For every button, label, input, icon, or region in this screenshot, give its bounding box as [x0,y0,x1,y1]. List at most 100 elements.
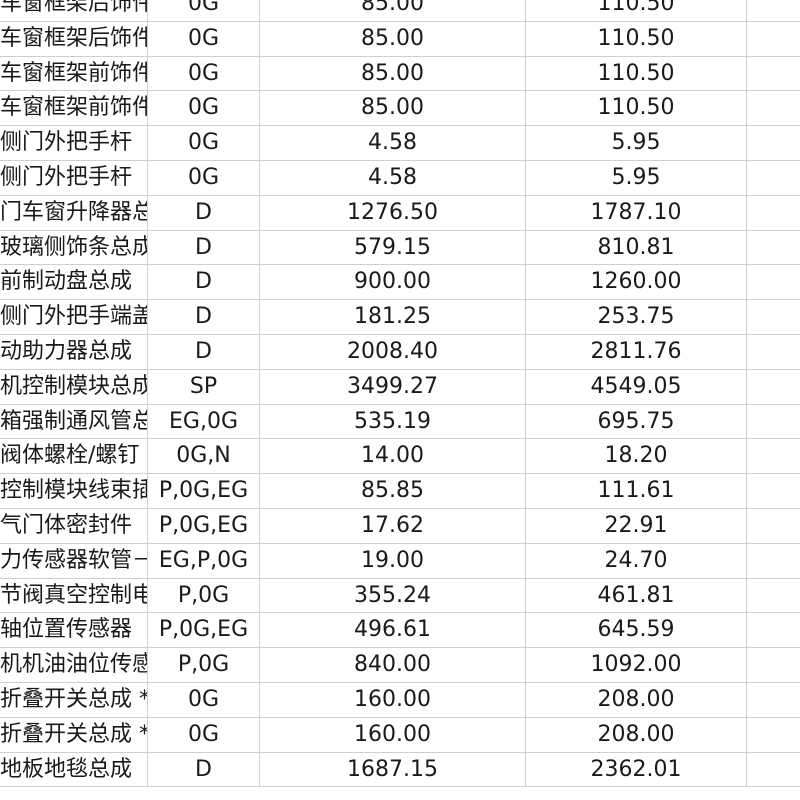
part-name-cell[interactable]: 折叠开关总成 * [0,717,148,752]
part-name-cell[interactable]: 动助力器总成 [0,334,148,369]
price-cell[interactable]: 1 [747,753,800,787]
price-cell[interactable] [747,544,800,578]
price-cell[interactable]: 8 [747,265,800,299]
type-code-cell[interactable]: D [148,195,260,230]
price-cell[interactable] [747,161,800,195]
part-name-cell[interactable]: 车窗框架前饰件 [0,91,148,126]
part-name-cell[interactable]: 车窗框架前饰件 [0,56,148,91]
price-cell[interactable] [747,22,800,56]
price-cell[interactable]: 1 [747,335,800,369]
type-code-cell[interactable]: P,0G [148,578,260,613]
price-cell[interactable]: 535.19 [260,404,526,439]
part-name-cell[interactable]: 侧门外把手端盖 [0,300,148,334]
price-cell[interactable]: 17.62 [260,508,526,543]
price-cell[interactable]: 3 [747,579,800,613]
price-cell[interactable]: 2811.76 [526,334,747,369]
price-cell[interactable] [747,0,800,21]
part-name-cell[interactable]: 力传感器软管－ [0,543,148,578]
type-code-cell[interactable]: 0G,N [148,439,260,474]
price-cell[interactable]: 355.24 [260,578,526,613]
type-code-cell[interactable]: D [148,300,260,334]
type-code-cell[interactable]: D [148,752,260,787]
price-cell[interactable]: 110.50 [526,91,747,126]
price-cell[interactable]: 1092.00 [526,648,747,682]
type-code-cell[interactable]: D [148,230,260,265]
price-cell[interactable]: 1 [747,300,800,334]
type-code-cell[interactable]: 0G [148,21,260,56]
price-cell[interactable]: 1787.10 [526,195,747,230]
part-name-cell[interactable]: 气门体密封件 [0,508,148,543]
type-code-cell[interactable]: D [148,334,260,369]
price-cell[interactable]: 4.58 [260,160,526,195]
part-name-cell[interactable]: 车窗框架后饰件 [0,0,148,21]
type-code-cell[interactable]: EG,P,0G [148,543,260,578]
type-code-cell[interactable]: 0G [148,91,260,126]
price-cell[interactable]: 5.95 [526,160,747,195]
price-cell[interactable]: 85.00 [260,21,526,56]
price-cell[interactable]: 695.75 [526,404,747,439]
price-cell[interactable]: 110.50 [526,21,747,56]
price-cell[interactable]: 4 [747,613,800,647]
price-cell[interactable]: 181.25 [260,300,526,334]
price-cell[interactable]: 110.50 [526,0,747,21]
price-cell[interactable] [747,509,800,543]
part-name-cell[interactable]: 前制动盘总成 [0,265,148,300]
price-cell[interactable] [747,474,800,508]
price-cell[interactable]: 3 [747,370,800,404]
price-cell[interactable]: 4.58 [260,126,526,160]
price-cell[interactable]: 496.61 [260,613,526,648]
part-name-cell[interactable]: 车窗框架后饰件 [0,21,148,56]
type-code-cell[interactable]: P,0G [148,648,260,682]
type-code-cell[interactable]: P,0G,EG [148,613,260,648]
price-cell[interactable]: 85.85 [260,474,526,508]
price-cell[interactable]: 5.95 [526,126,747,160]
price-cell[interactable]: 208.00 [526,717,747,752]
type-code-cell[interactable]: 0G [148,126,260,160]
price-cell[interactable]: 4549.05 [526,369,747,404]
price-cell[interactable]: 85.00 [260,0,526,21]
price-cell[interactable]: 253.75 [526,300,747,334]
type-code-cell[interactable]: P,0G,EG [148,474,260,508]
part-name-cell[interactable]: 折叠开关总成 * [0,682,148,717]
type-code-cell[interactable]: SP [148,369,260,404]
price-cell[interactable]: 1276.50 [260,195,526,230]
price-cell[interactable]: 579.15 [260,230,526,265]
type-code-cell[interactable]: EG,0G [148,404,260,439]
price-cell[interactable]: 1 [747,683,800,717]
price-cell[interactable]: 1 [747,196,800,230]
price-cell[interactable] [747,57,800,91]
price-cell[interactable]: 5 [747,231,800,265]
part-name-cell[interactable]: 侧门外把手杆 [0,126,148,160]
price-cell[interactable]: 85.00 [260,56,526,91]
part-name-cell[interactable]: 侧门外把手杆 [0,160,148,195]
type-code-cell[interactable]: 0G [148,0,260,21]
type-code-cell[interactable]: 0G [148,160,260,195]
price-cell[interactable]: 1260.00 [526,265,747,300]
price-cell[interactable]: 900.00 [260,265,526,300]
part-name-cell[interactable]: 轴位置传感器 [0,613,148,648]
part-name-cell[interactable]: 门车窗升降器总 [0,195,148,230]
price-cell[interactable]: 19.00 [260,543,526,578]
part-name-cell[interactable]: 机控制模块总成 [0,369,148,404]
part-name-cell[interactable]: 地板地毯总成 [0,752,148,787]
type-code-cell[interactable]: 0G [148,56,260,91]
price-cell[interactable]: 461.81 [526,578,747,613]
price-cell[interactable]: 1687.15 [260,752,526,787]
price-cell[interactable]: 645.59 [526,613,747,648]
price-cell[interactable]: 22.91 [526,508,747,543]
part-name-cell[interactable]: 节阀真空控制电 [0,578,148,613]
part-name-cell[interactable]: 箱强制通风管总 [0,404,148,439]
price-cell[interactable]: 7 [747,648,800,682]
price-cell[interactable]: 208.00 [526,682,747,717]
price-cell[interactable]: 1 [747,718,800,752]
price-cell[interactable]: 18.20 [526,439,747,474]
price-cell[interactable] [747,126,800,160]
part-name-cell[interactable]: 玻璃侧饰条总成 [0,230,148,265]
price-cell[interactable]: 840.00 [260,648,526,682]
price-cell[interactable]: 5 [747,405,800,439]
price-cell[interactable]: 160.00 [260,717,526,752]
price-cell[interactable]: 111.61 [526,474,747,508]
price-cell[interactable]: 3499.27 [260,369,526,404]
part-name-cell[interactable]: 控制模块线束插 [0,474,148,508]
price-cell[interactable]: 14.00 [260,439,526,474]
